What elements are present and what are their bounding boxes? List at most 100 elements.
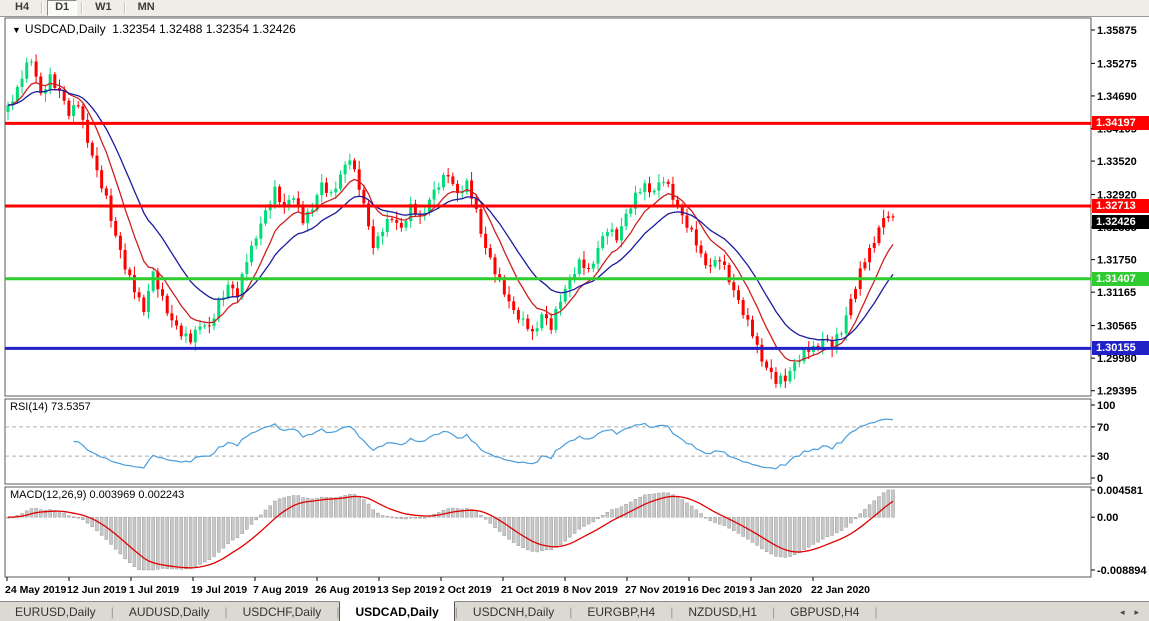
timeframe-button-d1[interactable]: D1 <box>47 0 77 16</box>
svg-text:1.31165: 1.31165 <box>1097 287 1136 299</box>
candle-body <box>662 182 665 183</box>
candle-body <box>714 260 717 266</box>
macd-bar <box>695 510 698 517</box>
macd-bar <box>845 517 848 527</box>
collapse-indicator-icon[interactable]: ▼ <box>12 25 21 35</box>
svg-text:-0.008894: -0.008894 <box>1097 565 1147 577</box>
tab-usdcad-daily[interactable]: USDCAD,Daily <box>339 601 454 621</box>
candle-body <box>685 215 688 227</box>
macd-bar <box>86 517 89 523</box>
macd-bar <box>400 517 403 519</box>
tab-usdcnh-daily[interactable]: USDCNH,Daily <box>458 602 569 621</box>
macd-bar <box>779 517 782 557</box>
macd-bar <box>203 517 206 562</box>
macd-bar <box>643 495 646 517</box>
macd-bar <box>208 517 211 559</box>
tabs-scroll-left-icon[interactable]: ◂ <box>1120 607 1125 618</box>
candle-body <box>611 229 614 232</box>
candle-body <box>536 328 539 331</box>
tabs-scroll-right-icon[interactable]: ▸ <box>1134 607 1139 618</box>
candle-body <box>793 362 796 371</box>
macd-bar <box>184 517 187 569</box>
candle-body <box>479 209 482 234</box>
candle-body <box>849 299 852 315</box>
tab-eurgbp-h4[interactable]: EURGBP,H4 <box>572 602 670 621</box>
macd-bar <box>213 517 216 556</box>
candle-body <box>854 289 857 299</box>
candle-body <box>433 190 436 200</box>
macd-bar <box>414 517 417 518</box>
macd-bar <box>198 517 201 564</box>
candle-body <box>67 101 70 116</box>
macd-bar <box>606 512 609 517</box>
macd-bar <box>648 494 651 517</box>
svg-text:3 Jan 2020: 3 Jan 2020 <box>749 584 802 596</box>
macd-bar <box>662 493 665 517</box>
macd-bar <box>264 510 267 517</box>
candle-body <box>597 248 600 264</box>
candle-body <box>592 264 595 269</box>
candle-body <box>643 183 646 192</box>
candle-body <box>784 376 787 382</box>
macd-bar <box>72 517 75 518</box>
candle-body <box>250 246 253 262</box>
candle-body <box>765 362 768 368</box>
svg-text:1.34690: 1.34690 <box>1097 91 1137 103</box>
candle-body <box>723 261 726 265</box>
timeframe-button-mn[interactable]: MN <box>130 0 163 16</box>
tab-nzdusd-h1[interactable]: NZDUSD,H1 <box>673 602 772 621</box>
macd-bar <box>582 517 585 526</box>
toolbar-separator <box>41 2 43 14</box>
candle-body <box>620 226 623 240</box>
candle-body <box>582 259 585 268</box>
candle-body <box>227 285 230 298</box>
candle-body <box>161 289 164 296</box>
candle-body <box>175 320 178 325</box>
macd-bar <box>81 517 84 519</box>
timeframe-button-h4[interactable]: H4 <box>7 0 37 16</box>
macd-bar <box>751 517 754 542</box>
candle-body <box>330 192 333 193</box>
candle-body <box>353 160 356 169</box>
candle-body <box>746 315 749 319</box>
svg-text:0.004581: 0.004581 <box>1097 485 1143 497</box>
candle-body <box>615 229 618 240</box>
macd-bar <box>180 517 183 569</box>
macd-bar <box>77 517 80 518</box>
candle-body <box>390 219 393 220</box>
macd-bar <box>760 517 763 549</box>
toolbar-separator <box>124 2 126 14</box>
candle-body <box>110 196 113 221</box>
candle-body <box>100 170 103 188</box>
current-price-badge: 1.32426 <box>1092 215 1149 229</box>
timeframe-button-w1[interactable]: W1 <box>87 0 120 16</box>
macd-bar <box>526 517 529 550</box>
macd-bar <box>124 517 127 559</box>
tab-eurusd-daily[interactable]: EURUSD,Daily <box>0 602 111 621</box>
candle-body <box>189 334 192 343</box>
svg-text:8 Nov 2019: 8 Nov 2019 <box>563 584 618 596</box>
candle-body <box>489 248 492 257</box>
candle-body <box>142 297 145 312</box>
svg-text:1.35275: 1.35275 <box>1097 58 1137 70</box>
macd-bar <box>807 517 810 547</box>
terminal-window: H4D1W1MN 1.358751.352751.346901.341051.3… <box>0 0 1149 621</box>
macd-bar <box>353 494 356 517</box>
macd-bar <box>732 517 735 530</box>
tab-usdchf-daily[interactable]: USDCHF,Daily <box>228 602 337 621</box>
macd-bar <box>573 517 576 533</box>
candle-body <box>376 236 379 248</box>
candle-body <box>95 156 98 171</box>
macd-bar <box>831 517 834 535</box>
macd-bar <box>709 517 712 520</box>
tab-gbpusd-h4[interactable]: GBPUSD,H4 <box>775 602 874 621</box>
candle-body <box>484 234 487 248</box>
svg-text:24 May 2019: 24 May 2019 <box>5 584 66 596</box>
candle-body <box>264 210 267 223</box>
price-chart-svg: 1.358751.352751.346901.341051.335201.329… <box>0 17 1149 601</box>
candle-body <box>807 350 810 352</box>
macd-bar <box>615 509 618 518</box>
macd-bar <box>812 517 815 544</box>
tab-audusd-daily[interactable]: AUDUSD,Daily <box>114 602 225 621</box>
macd-bar <box>817 517 820 542</box>
